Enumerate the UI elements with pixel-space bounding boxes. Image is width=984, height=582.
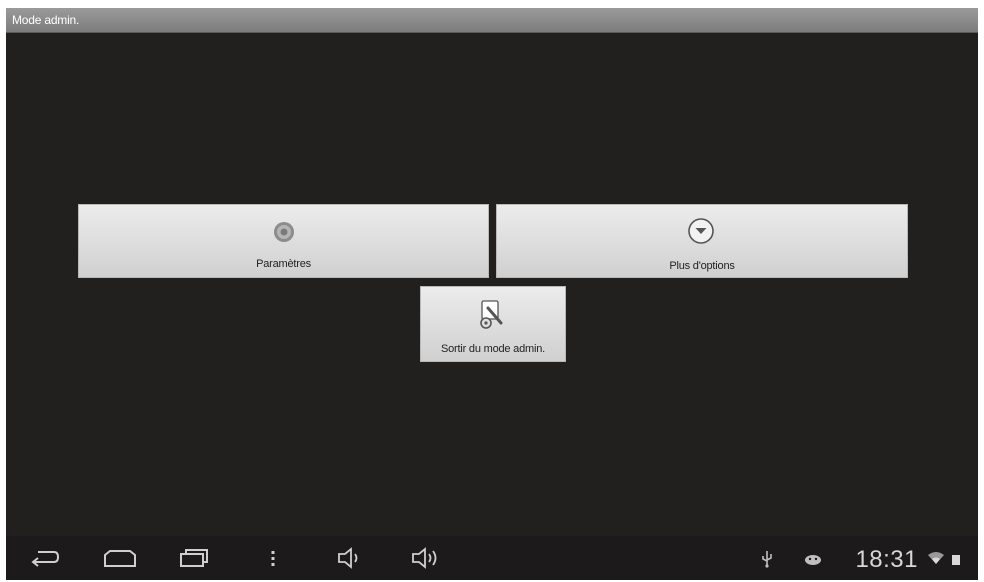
- recent-apps-button[interactable]: [178, 546, 210, 570]
- system-navigation-bar: 18:31: [6, 536, 978, 580]
- more-options-label: Plus d'options: [669, 260, 735, 272]
- gear-icon: [274, 222, 294, 242]
- chevron-down-circle-icon: [688, 218, 714, 244]
- settings-button[interactable]: Paramètres: [78, 204, 489, 278]
- usb-icon: [762, 551, 772, 568]
- back-button[interactable]: [28, 546, 60, 570]
- volume-up-icon: [412, 547, 437, 569]
- settings-label: Paramètres: [256, 258, 311, 270]
- battery-icon: [952, 555, 960, 565]
- menu-button[interactable]: [268, 546, 278, 570]
- volume-down-button[interactable]: [336, 546, 366, 570]
- tablet-screen: Mode admin. Paramètres Plus d'options So…: [6, 8, 978, 580]
- home-icon: [104, 550, 136, 567]
- exit-admin-mode-label: Sortir du mode admin.: [440, 343, 546, 355]
- volume-down-icon: [338, 547, 358, 569]
- menu-dots-icon: [271, 551, 275, 566]
- exit-admin-mode-button[interactable]: Sortir du mode admin.: [420, 286, 566, 362]
- recent-apps-icon: [180, 549, 208, 567]
- tools-icon: [480, 300, 503, 329]
- home-button[interactable]: [102, 546, 138, 570]
- android-debug-icon: [805, 555, 821, 565]
- status-clock: 18:31: [855, 546, 918, 573]
- volume-up-button[interactable]: [410, 546, 444, 570]
- more-options-button[interactable]: Plus d'options: [496, 204, 908, 278]
- window-title: Mode admin.: [12, 13, 80, 27]
- wifi-icon: [928, 552, 944, 564]
- title-bar: Mode admin.: [6, 8, 978, 33]
- back-icon: [31, 551, 60, 567]
